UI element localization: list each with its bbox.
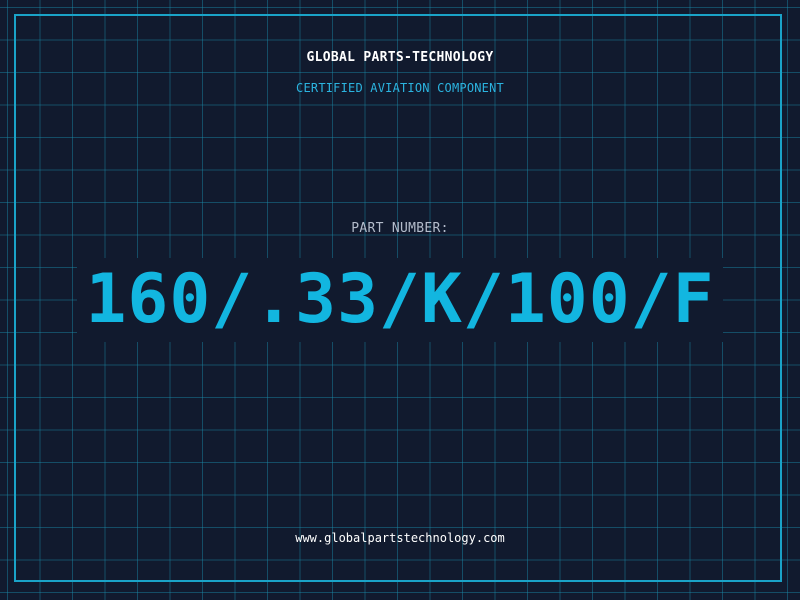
part-number-container: 160/.33/K/100/F [0, 258, 800, 342]
part-number-label: PART NUMBER: [351, 221, 449, 236]
part-number-value: 160/.33/K/100/F [77, 258, 723, 342]
company-name: GLOBAL PARTS-TECHNOLOGY [306, 50, 494, 65]
website-url: www.globalpartstechnology.com [295, 531, 505, 545]
certification-subtitle: CERTIFIED AVIATION COMPONENT [296, 81, 504, 95]
part-label-card: GLOBAL PARTS-TECHNOLOGY CERTIFIED AVIATI… [0, 0, 800, 600]
